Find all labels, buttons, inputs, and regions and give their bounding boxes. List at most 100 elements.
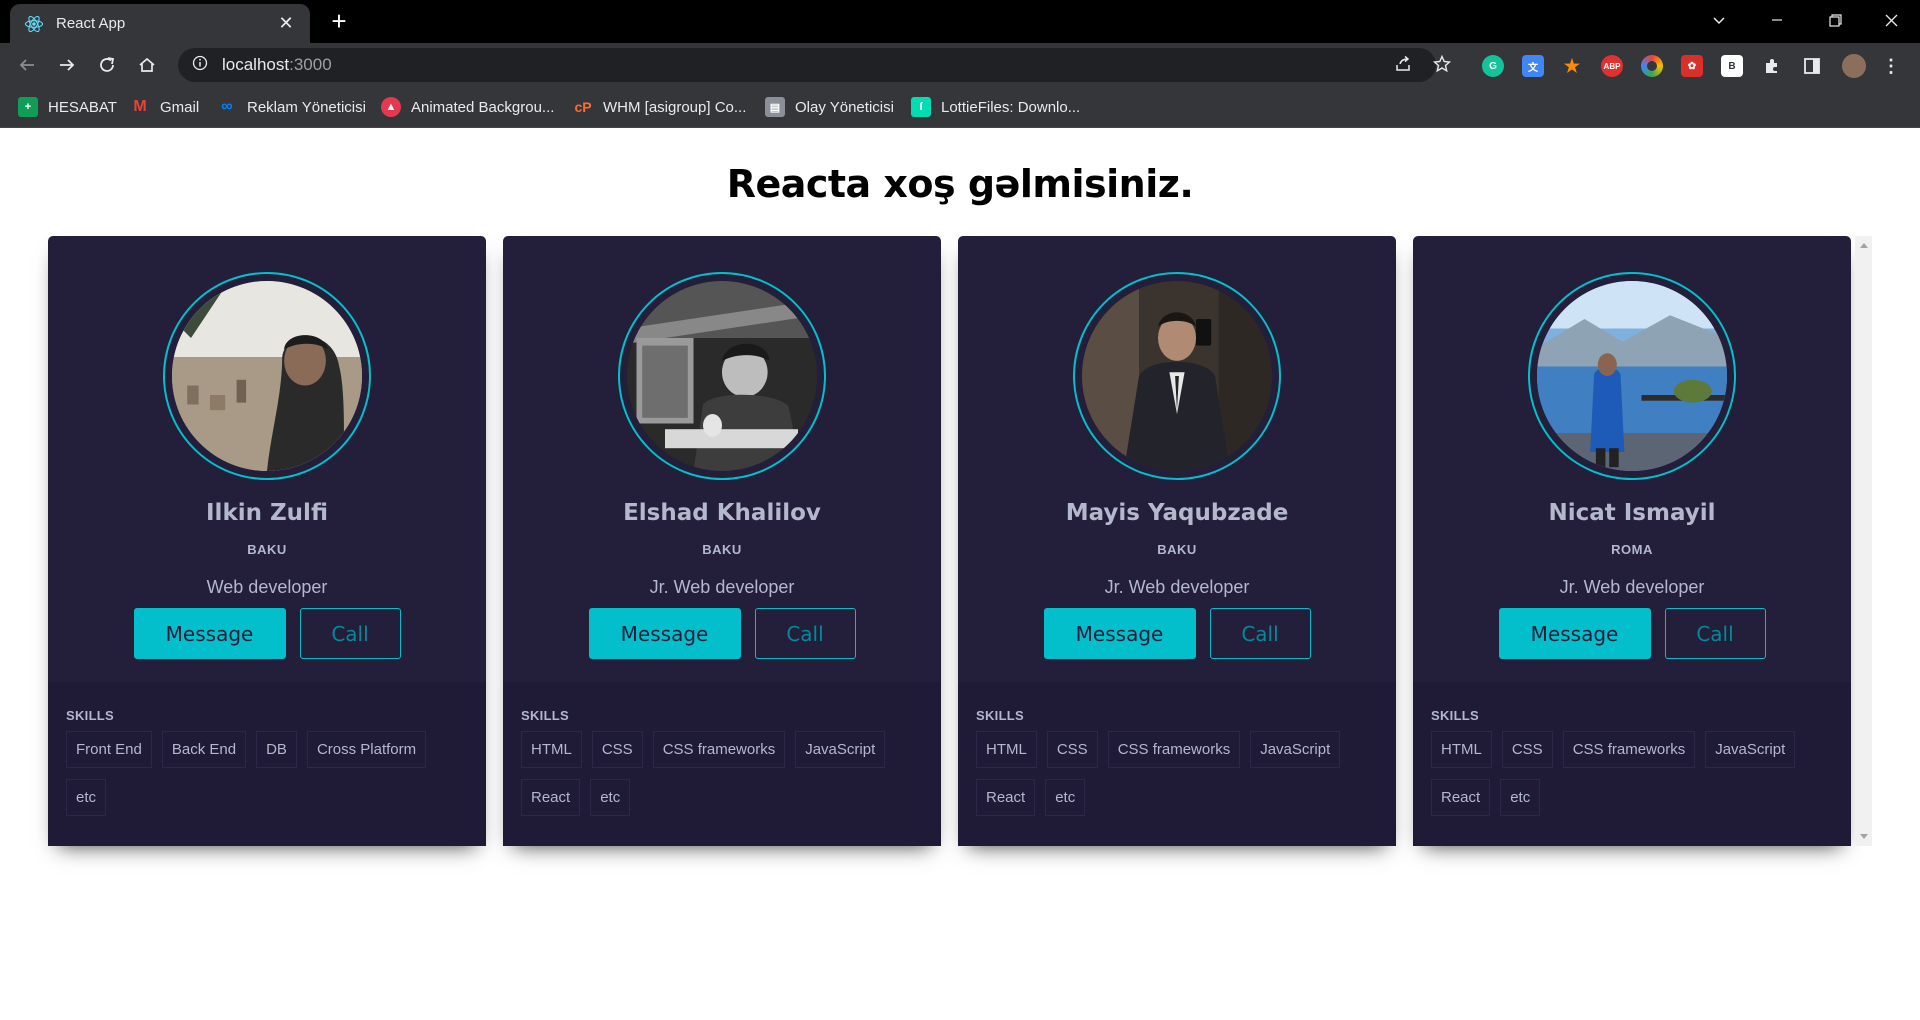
call-button[interactable]: Call [299, 608, 401, 659]
card-actions: Message Call [503, 608, 941, 659]
tab-react-app[interactable]: React App ✕ [10, 4, 310, 43]
bookmark-whm[interactable]: cP WHM [asigroup] Co... [573, 96, 746, 118]
skill-tag: HTML [976, 731, 1037, 768]
skill-tag: etc [1500, 779, 1541, 816]
bookmark-star-icon[interactable] [1429, 51, 1455, 77]
message-button[interactable]: Message [1043, 608, 1196, 659]
color-picker-icon[interactable] [1641, 55, 1663, 77]
vertical-scrollbar[interactable] [1855, 236, 1872, 846]
message-button[interactable]: Message [1498, 608, 1651, 659]
site-info-icon[interactable] [192, 55, 208, 76]
profile-avatar-icon[interactable] [1842, 54, 1866, 78]
menu-kebab-icon[interactable]: ⋮ [1880, 55, 1902, 77]
b-extension-icon[interactable]: B [1721, 55, 1743, 77]
bookmark-label: WHM [asigroup] Co... [603, 98, 747, 116]
skill-tag: Cross Platform [306, 731, 427, 768]
call-button[interactable]: Call [754, 608, 856, 659]
skill-tag: etc [590, 779, 631, 816]
skill-tag: JavaScript [1705, 731, 1796, 768]
skill-tag: Front End [66, 731, 152, 768]
skills-label: SKILLS [66, 708, 115, 723]
message-button[interactable]: Message [133, 608, 286, 659]
skill-tag: etc [1045, 779, 1086, 816]
side-panel-icon[interactable] [1801, 55, 1823, 77]
skills-section: SKILLS HTML CSS CSS frameworks JavaScrip… [503, 682, 941, 846]
new-tab-button[interactable]: + [325, 7, 353, 35]
meta-icon: ∞ [221, 98, 233, 115]
profile-card: Ilkin Zulfi BAKU Web developer Message C… [48, 236, 486, 846]
profile-city: BAKU [247, 542, 287, 557]
tab-title: React App [56, 15, 126, 32]
bookmark-animated[interactable]: ▲ Animated Backgrou... [381, 96, 554, 118]
reload-icon[interactable] [93, 51, 121, 79]
page-content: Reacta xoş gəlmisiniz. Ilkin Zulfi BAKU … [0, 128, 1920, 1020]
skills-section: SKILLS HTML CSS CSS frameworks JavaScrip… [958, 682, 1396, 846]
restore-icon[interactable] [1806, 0, 1864, 40]
home-icon[interactable] [133, 51, 161, 79]
star-extension-icon[interactable]: ★ [1561, 55, 1583, 77]
url-text: localhost:3000 [222, 55, 332, 75]
profile-role: Web developer [206, 577, 328, 597]
skill-list: HTML CSS CSS frameworks JavaScript React… [521, 731, 923, 816]
address-bar[interactable]: localhost:3000 [178, 48, 1436, 82]
back-icon[interactable] [13, 51, 41, 79]
skill-tag: CSS [1501, 731, 1553, 768]
call-button[interactable]: Call [1664, 608, 1766, 659]
profile-card: Elshad Khalilov BAKU Jr. Web developer M… [503, 236, 941, 846]
scroll-up-arrow-icon[interactable] [1855, 238, 1872, 252]
skills-label: SKILLS [521, 708, 570, 723]
react-icon [24, 14, 44, 34]
tab-search-icon[interactable] [1690, 0, 1748, 40]
profile-name: Nicat Ismayil [1548, 500, 1716, 526]
avatar-ring [1073, 272, 1281, 480]
call-button[interactable]: Call [1209, 608, 1311, 659]
grammarly-icon[interactable]: G [1482, 55, 1504, 77]
avatar-ring [618, 272, 826, 480]
skill-tag: CSS frameworks [1562, 731, 1696, 768]
avatar [172, 281, 362, 471]
bookmark-label: LottieFiles: Downlo... [941, 98, 1081, 116]
bookmark-olay[interactable]: ▤ Olay Yöneticisi [765, 96, 894, 118]
skills-section: SKILLS Front End Back End DB Cross Platf… [48, 682, 486, 846]
avatar-ring [163, 272, 371, 480]
close-tab-icon[interactable]: ✕ [276, 13, 296, 34]
skill-tag: JavaScript [1250, 731, 1341, 768]
profile-name: Ilkin Zulfi [206, 500, 328, 526]
forward-icon[interactable] [53, 51, 81, 79]
skill-tag: Back End [161, 731, 247, 768]
message-button[interactable]: Message [588, 608, 741, 659]
profile-role: Jr. Web developer [1104, 577, 1250, 597]
translate-icon[interactable]: 文 [1522, 55, 1544, 77]
scroll-down-arrow-icon[interactable] [1855, 830, 1872, 844]
skill-tag: React [976, 779, 1036, 816]
browser-toolbar: localhost:3000 G 文 ★ ABP ✿ B ⋮ [0, 43, 1920, 87]
skill-tag: DB [256, 731, 297, 768]
profile-city: BAKU [1157, 542, 1197, 557]
skill-tag: CSS frameworks [652, 731, 786, 768]
share-icon[interactable] [1390, 51, 1416, 77]
profile-card: Mayis Yaqubzade BAKU Jr. Web developer M… [958, 236, 1396, 846]
profile-role: Jr. Web developer [649, 577, 795, 597]
skill-tag: React [1431, 779, 1491, 816]
bookmarks-bar: + HESABAT M Gmail ∞ Reklam Yöneticisi ▲ … [0, 87, 1920, 128]
profile-role: Jr. Web developer [1559, 577, 1705, 597]
bookmark-hesabat[interactable]: + HESABAT [18, 96, 117, 118]
red-circle-icon: ▲ [381, 97, 401, 117]
red-extension-icon[interactable]: ✿ [1681, 55, 1703, 77]
skills-label: SKILLS [976, 708, 1025, 723]
adblock-icon[interactable]: ABP [1601, 55, 1623, 77]
minimize-icon[interactable] [1748, 0, 1806, 40]
bookmark-lottiefiles[interactable]: ſ LottieFiles: Downlo... [911, 96, 1080, 118]
close-window-icon[interactable] [1862, 0, 1920, 40]
card-actions: Message Call [1413, 608, 1851, 659]
puzzle-icon[interactable] [1761, 55, 1783, 77]
url-host: localhost [222, 55, 290, 74]
calendar-icon: ▤ [765, 97, 785, 117]
bookmark-reklam[interactable]: ∞ Reklam Yöneticisi [217, 96, 366, 118]
skills-label: SKILLS [1431, 708, 1480, 723]
profile-city: BAKU [702, 542, 742, 557]
bookmark-gmail[interactable]: M Gmail [130, 96, 199, 118]
bookmark-label: Reklam Yöneticisi [247, 98, 366, 116]
bookmark-label: Olay Yöneticisi [795, 98, 894, 116]
profile-name: Elshad Khalilov [623, 500, 821, 526]
